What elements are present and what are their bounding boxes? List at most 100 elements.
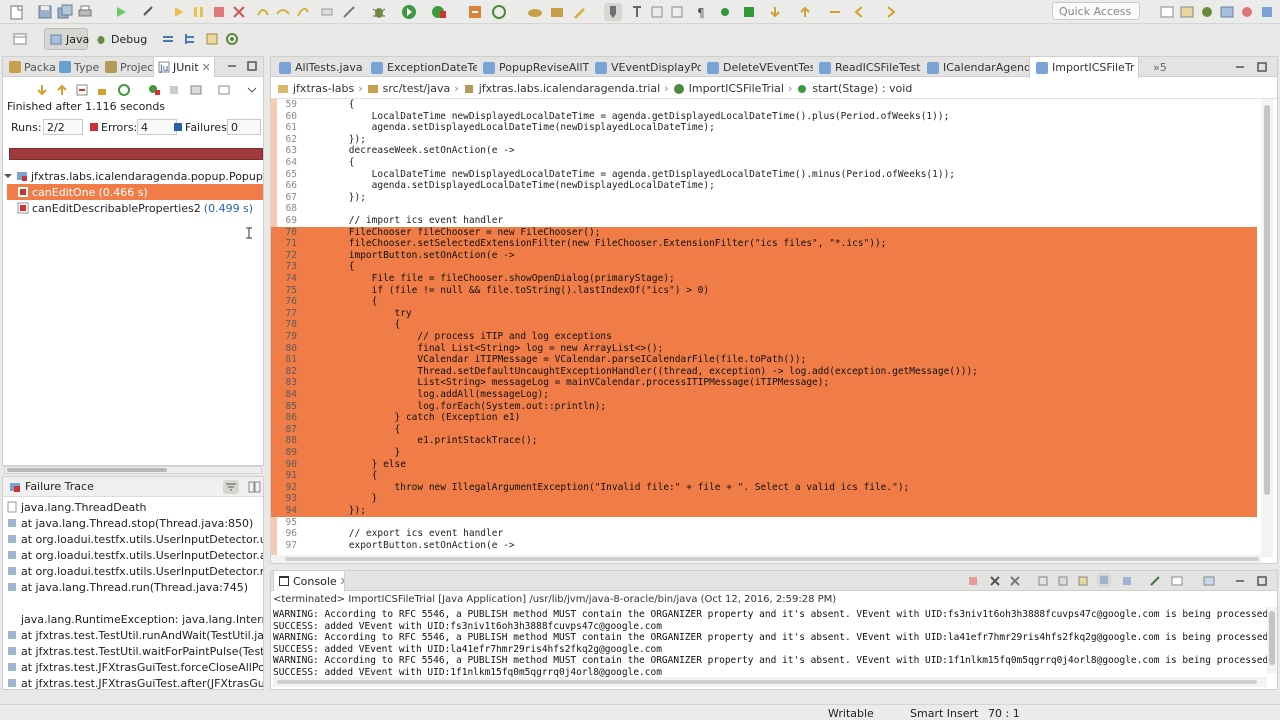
code-line[interactable]: 82 Thread.setDefaultUncaughtExceptionHan… bbox=[271, 365, 1257, 378]
trace-line[interactable]: at org.loadui.testfx.utils.UserInputDete… bbox=[7, 563, 263, 579]
breadcrumb-item[interactable]: ImportICSFileTrial bbox=[689, 82, 784, 95]
editor-tab[interactable]: ICalendarAgenda bbox=[921, 57, 1029, 78]
code-line[interactable]: 73 { bbox=[271, 261, 1257, 273]
breadcrumb-item[interactable]: jfxtras-labs bbox=[293, 82, 354, 95]
code-line[interactable]: 93 } bbox=[271, 493, 1257, 505]
close-icon[interactable]: ✕ bbox=[340, 575, 344, 588]
show-on-error-icon[interactable] bbox=[1121, 575, 1133, 587]
code-line[interactable]: 92 throw new IllegalArgumentException("I… bbox=[271, 481, 1257, 494]
quick-access-input[interactable]: Quick Access bbox=[1052, 2, 1140, 20]
stop-icon[interactable] bbox=[716, 3, 734, 21]
code-line[interactable]: 64 { bbox=[271, 157, 1257, 169]
open-console-icon[interactable] bbox=[1203, 575, 1215, 587]
new-java-project-icon[interactable] bbox=[490, 3, 508, 21]
next-failure-icon[interactable] bbox=[35, 83, 49, 97]
code-line[interactable]: 72 importButton.setOnAction(e -> bbox=[271, 249, 1257, 262]
filter-stack-trace-icon[interactable] bbox=[223, 480, 239, 494]
minimize-icon[interactable] bbox=[225, 59, 239, 73]
link-icon[interactable] bbox=[140, 3, 158, 21]
save-all-icon[interactable] bbox=[56, 3, 74, 21]
pin-console-icon[interactable] bbox=[1149, 575, 1161, 587]
editor-tab[interactable]: AllTests.java bbox=[273, 57, 363, 78]
new-icon[interactable] bbox=[8, 3, 26, 21]
word-wrap-icon[interactable] bbox=[668, 3, 686, 21]
code-line[interactable]: 78 { bbox=[271, 319, 1257, 331]
console-horizontal-scrollbar[interactable] bbox=[273, 677, 1267, 687]
code-line[interactable]: 61 agenda.setDisplayedLocalDateTime(newD… bbox=[271, 122, 1257, 134]
debug-perspective-button[interactable]: Debug bbox=[90, 28, 147, 50]
maximize-icon[interactable] bbox=[245, 59, 259, 73]
trace-line[interactable]: java.lang.ThreadDeath bbox=[7, 499, 147, 515]
code-line[interactable]: 90 } else bbox=[271, 458, 1257, 471]
editor-tab-active[interactable]: ImportICSFileTr✕ bbox=[1029, 57, 1139, 78]
next-annotation-icon[interactable] bbox=[766, 3, 784, 21]
debug-icon[interactable] bbox=[370, 3, 388, 21]
editor-tab[interactable]: ReadICSFileTest bbox=[813, 57, 921, 78]
resource-perspective-icon[interactable] bbox=[1178, 3, 1196, 21]
scrollbar-thumb[interactable] bbox=[1269, 611, 1275, 665]
editor-horizontal-scrollbar[interactable] bbox=[271, 555, 1261, 563]
close-icon[interactable]: ✕ bbox=[202, 61, 211, 74]
code-line[interactable]: 74 File file = fileChooser.showOpenDialo… bbox=[271, 273, 1257, 285]
code-line[interactable]: 67 }); bbox=[271, 192, 1257, 204]
word-wrap-icon[interactable] bbox=[1077, 575, 1089, 587]
clear-console-icon[interactable] bbox=[1057, 575, 1069, 587]
open-perspective-icon[interactable] bbox=[12, 31, 28, 47]
code-line[interactable]: 91 { bbox=[271, 470, 1257, 482]
code-line[interactable]: 84 log.addAll(messageLog); bbox=[271, 389, 1257, 401]
editor-tab[interactable]: PopupReviseAllT bbox=[477, 57, 589, 78]
code-line[interactable]: 81 VCalendar iTIPMessage = VCalendar.par… bbox=[271, 354, 1257, 366]
mark-occurrences-icon[interactable] bbox=[604, 3, 622, 21]
trace-line[interactable]: at org.loadui.testfx.utils.UserInputDete… bbox=[7, 547, 263, 563]
remove-launch-icon[interactable] bbox=[989, 575, 1001, 587]
code-line[interactable]: 87 { bbox=[271, 423, 1257, 436]
terminate-icon[interactable] bbox=[210, 3, 228, 21]
code-line[interactable]: 83 List<String> messageLog = mainVCalend… bbox=[271, 377, 1257, 389]
code-line[interactable]: 88 e1.printStackTrace(); bbox=[271, 435, 1257, 447]
resource-perspective-icon[interactable] bbox=[204, 31, 220, 47]
disconnect-icon[interactable] bbox=[230, 3, 248, 21]
trace-line[interactable]: at jfxtras.test.JFXtrasGuiTest.after(JFX… bbox=[7, 675, 263, 689]
drop-to-frame-icon[interactable] bbox=[318, 3, 336, 21]
step-return-icon[interactable] bbox=[294, 3, 312, 21]
code-line[interactable]: 75 if (file != null && file.toString().l… bbox=[271, 284, 1257, 297]
code-line[interactable]: 69 // import ics event handler bbox=[271, 215, 1257, 227]
maximize-icon[interactable] bbox=[1255, 574, 1269, 588]
show-whitespace-icon[interactable] bbox=[628, 3, 646, 21]
remove-all-terminated-icon[interactable] bbox=[1009, 575, 1021, 587]
new-package-icon[interactable] bbox=[548, 3, 566, 21]
save-icon[interactable] bbox=[36, 3, 54, 21]
test-row-canEditOne[interactable]: canEditOne (0.466 s) bbox=[7, 184, 263, 200]
back-icon[interactable] bbox=[850, 3, 868, 21]
java-perspective-button[interactable]: Java bbox=[44, 28, 89, 50]
code-area[interactable]: 59 {60 LocalDateTime newDisplayedLocalDa… bbox=[271, 99, 1259, 555]
trace-line[interactable]: at jfxtras.test.TestUtil.waitForPaintPul… bbox=[7, 643, 263, 659]
run-last-icon[interactable] bbox=[112, 3, 130, 21]
code-line[interactable]: 62 }); bbox=[271, 134, 1257, 146]
trace-line[interactable]: at org.loadui.testfx.utils.UserInputDete… bbox=[7, 531, 263, 547]
code-line[interactable]: 60 LocalDateTime newDisplayedLocalDateTi… bbox=[271, 111, 1257, 123]
team-synchronize-icon[interactable] bbox=[160, 31, 176, 47]
code-line[interactable]: 65 LocalDateTime newDisplayedLocalDateTi… bbox=[271, 169, 1257, 181]
collapse-arrow-icon[interactable] bbox=[3, 171, 13, 181]
print-icon[interactable] bbox=[76, 3, 94, 21]
code-line[interactable]: 86 } catch (Exception e1) bbox=[271, 412, 1257, 424]
open-perspective-icon[interactable] bbox=[1158, 3, 1176, 21]
tabs-overflow[interactable]: »5 bbox=[1147, 57, 1177, 78]
horizontal-scrollbar[interactable] bbox=[4, 466, 262, 474]
console-vertical-scrollbar[interactable] bbox=[1267, 607, 1277, 673]
open-task-icon[interactable] bbox=[526, 3, 544, 21]
maximize-icon[interactable] bbox=[1255, 60, 1269, 74]
tab-junit[interactable]: Ju JUnit ✕ bbox=[153, 57, 215, 77]
external-tools-icon[interactable] bbox=[466, 3, 484, 21]
test-suite-row[interactable]: jfxtras.labs.icalendaragenda.popup.Popup… bbox=[3, 168, 263, 184]
code-line[interactable]: 71 fileChooser.setSelectedExtensionFilte… bbox=[271, 238, 1257, 250]
tree-view-icon[interactable] bbox=[182, 31, 198, 47]
scroll-lock-icon[interactable] bbox=[1037, 575, 1049, 587]
editor-vertical-scrollbar[interactable] bbox=[1261, 99, 1273, 557]
rerun-failed-first-icon[interactable] bbox=[147, 83, 161, 97]
trace-line[interactable]: at jfxtras.test.TestUtil.runAndWait(Test… bbox=[7, 627, 263, 643]
editor-tab[interactable]: ExceptionDateTe bbox=[365, 57, 477, 78]
trace-line[interactable]: at java.lang.Thread.stop(Thread.java:850… bbox=[7, 515, 253, 531]
show-whitespace-chars-icon[interactable]: ¶ bbox=[692, 3, 710, 21]
